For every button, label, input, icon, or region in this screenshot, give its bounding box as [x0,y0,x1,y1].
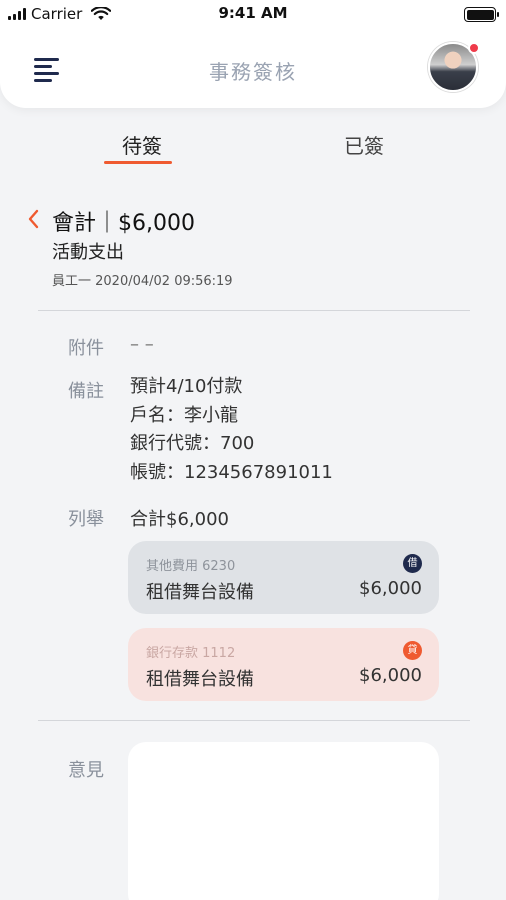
detail-title: 會計｜$6,000 [52,211,195,236]
items-total: 合計$6,000 [130,509,229,530]
app-header: Carrier 9:41 AM 事務簽核 [0,0,506,108]
detail-subtitle: 活動支出 [52,242,124,263]
comment-input[interactable] [128,742,439,900]
chevron-left-icon [28,209,39,229]
notes-value: 預計4/10付款 戶名：李小龍 銀行代號：700 帳號：123456789101… [130,373,333,487]
items-label: 列舉 [68,509,104,530]
note-line: 帳號：1234567891011 [130,461,333,483]
active-tab-indicator [104,161,172,164]
entry-account-code: 其他費用 6230 [146,559,236,574]
divider [38,720,470,721]
notes-label: 備註 [68,381,104,402]
entry-name: 租借舞台設備 [146,582,254,603]
entry-card-credit[interactable]: 銀行存款 1112 貸 租借舞台設備 $6,000 [128,628,439,701]
entry-name: 租借舞台設備 [146,669,254,690]
debit-badge-icon: 借 [403,554,422,573]
status-bar: Carrier 9:41 AM [0,0,506,30]
divider [38,310,470,311]
detail-meta: 員工一 2020/04/02 09:56:19 [52,274,233,289]
note-line: 銀行代號：700 [130,433,255,454]
status-time: 9:41 AM [218,4,288,22]
entry-account-code: 銀行存款 1112 [146,646,236,661]
notification-dot [468,42,480,54]
credit-badge-icon: 貸 [403,641,422,660]
back-button[interactable] [25,207,43,231]
tab-pending[interactable]: 待簽 [110,130,174,159]
avatar[interactable] [428,42,480,92]
note-line: 預計4/10付款 [130,376,243,397]
battery-icon [464,7,499,22]
comment-label: 意見 [68,760,104,781]
note-line: 戶名：李小龍 [130,404,238,426]
entry-card-debit[interactable]: 其他費用 6230 借 租借舞台設備 $6,000 [128,541,439,614]
tab-signed[interactable]: 已簽 [332,130,396,159]
attachment-label: 附件 [68,338,104,359]
attachment-value[interactable]: – – [130,334,154,355]
entry-amount: $6,000 [359,665,422,686]
entry-amount: $6,000 [359,578,422,599]
